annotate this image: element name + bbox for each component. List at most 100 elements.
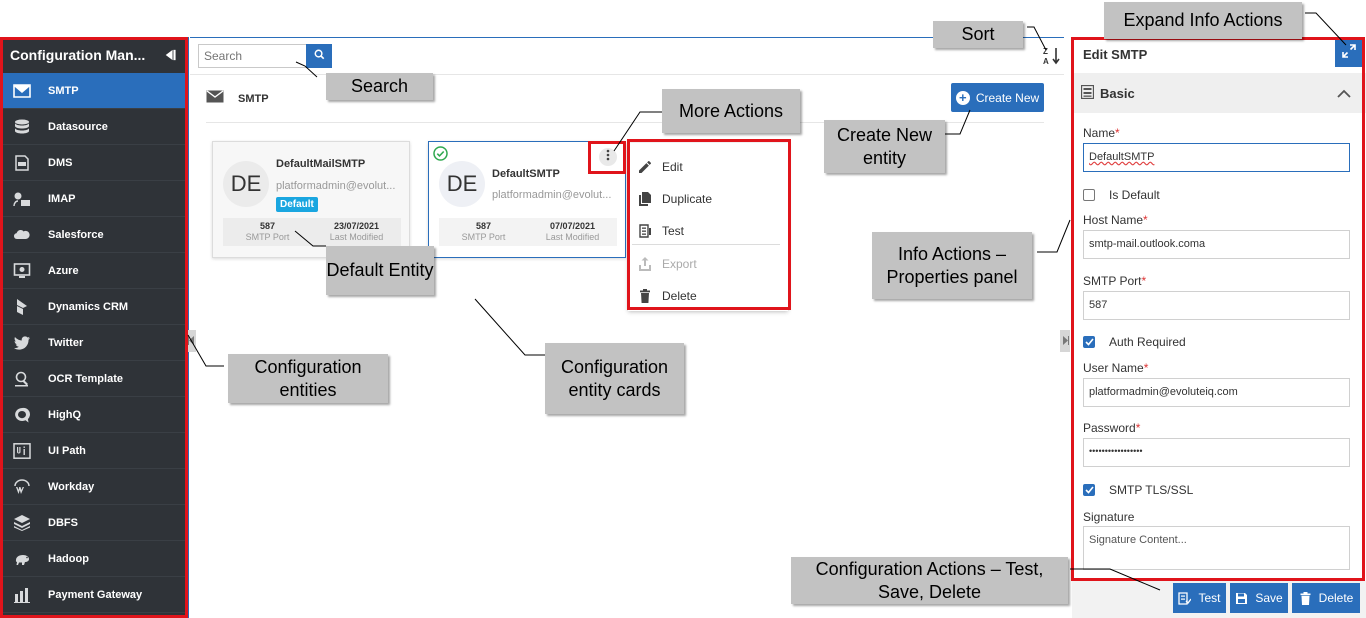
password-label: Password* [1083, 421, 1140, 435]
panel-title: Edit SMTP [1083, 47, 1148, 62]
more-actions-menu: Edit Duplicate Test Export Delete [628, 143, 788, 311]
dynamics-icon [12, 298, 32, 315]
create-new-button[interactable]: + Create New [951, 83, 1044, 112]
signature-textarea[interactable]: Signature Content... [1083, 526, 1350, 570]
sidebar-item-imap[interactable]: IMAP [0, 181, 186, 217]
save-icon [1236, 592, 1248, 604]
is-default-checkbox[interactable]: Is Default [1083, 188, 1160, 202]
delete-button[interactable]: Delete [1292, 583, 1360, 613]
sidebar-item-dynamics-crm[interactable]: Dynamics CRM [0, 289, 186, 325]
search-input[interactable] [198, 44, 306, 68]
menu-item-duplicate[interactable]: Duplicate [628, 183, 784, 215]
envelope-icon [206, 90, 224, 108]
tls-checkbox[interactable]: SMTP TLS/SSL [1083, 483, 1193, 497]
sidebar-item-label: IMAP [48, 192, 76, 205]
port-value: 587 [475, 221, 492, 231]
sidebar-item-twitter[interactable]: Twitter [0, 325, 186, 361]
password-label-text: Password [1083, 421, 1136, 435]
save-button[interactable]: Save [1230, 583, 1288, 613]
test-button[interactable]: Test [1173, 583, 1226, 613]
annotation-sort: Sort [933, 21, 1023, 48]
menu-item-test[interactable]: Test [628, 215, 784, 247]
collapse-left-handle[interactable] [186, 330, 196, 352]
database-icon [12, 119, 32, 135]
sidebar-scrollbar[interactable] [186, 37, 189, 618]
delete-label: Delete [1318, 591, 1354, 605]
modified-label: Last Modified [329, 232, 384, 242]
port-label: SMTP Port [461, 232, 506, 242]
modified-value: 23/07/2021 [333, 221, 380, 231]
collapse-sidebar-icon[interactable] [164, 48, 176, 62]
trash-icon [1300, 591, 1311, 605]
workday-icon [12, 478, 32, 495]
envelope-icon [12, 83, 32, 99]
auth-required-checkbox[interactable]: Auth Required [1083, 335, 1186, 349]
chevron-up-icon[interactable] [1337, 85, 1351, 103]
check-circle-icon [433, 146, 448, 166]
menu-item-export[interactable]: Export [628, 248, 784, 280]
entity-card[interactable]: DE DefaultMailSMTP platformadmin@evolut.… [212, 141, 410, 258]
sidebar-item-label: Dynamics CRM [48, 300, 129, 313]
sidebar-item-smtp[interactable]: SMTP [0, 73, 186, 109]
more-actions-button[interactable] [599, 148, 617, 166]
search-icon [314, 47, 325, 65]
sidebar-item-label: Twitter [48, 336, 84, 349]
collapse-right-handle[interactable] [1060, 330, 1070, 352]
tls-label: SMTP TLS/SSL [1109, 483, 1194, 497]
menu-item-label: Duplicate [662, 192, 713, 206]
entity-card-selected[interactable]: DE DefaultSMTP platformadmin@evolut... 5… [428, 141, 626, 258]
properties-panel: Edit SMTP Basic Name* DefaultSMTP Is Def… [1072, 37, 1366, 618]
sidebar-item-azure[interactable]: Azure [0, 253, 186, 289]
sidebar-item-ui-path[interactable]: UI Path [0, 433, 186, 469]
sidebar-item-payment-gateway[interactable]: Payment Gateway [0, 577, 186, 613]
name-field[interactable]: DefaultSMTP [1083, 143, 1350, 172]
smtp-port-field[interactable]: 587 [1083, 291, 1350, 320]
sidebar-item-label: Salesforce [48, 228, 104, 241]
section-label: SMTP [238, 93, 269, 105]
sidebar-item-hadoop[interactable]: Hadoop [0, 541, 186, 577]
annotation-info-actions: Info Actions – Properties panel [872, 232, 1032, 299]
sidebar-item-dbfs[interactable]: DBFS [0, 505, 186, 541]
user-label: User Name* [1083, 361, 1148, 375]
config-sidebar: Configuration Man... SMTP Datasource DMS… [0, 37, 186, 618]
sidebar-item-ocr-template[interactable]: OCR Template [0, 361, 186, 397]
sidebar-item-workday[interactable]: Workday [0, 469, 186, 505]
sidebar-header: Configuration Man... [0, 37, 186, 73]
dbfs-icon [12, 514, 32, 531]
sort-button[interactable]: ZA [1042, 46, 1062, 66]
form-icon [1080, 84, 1095, 102]
menu-item-delete[interactable]: Delete [628, 280, 784, 312]
modified-value: 07/07/2021 [549, 221, 596, 231]
expand-panel-button[interactable] [1335, 40, 1362, 67]
sidebar-item-label: DBFS [48, 516, 78, 529]
card-stats: 587 SMTP Port 23/07/2021 Last Modified [223, 218, 401, 246]
trash-icon [640, 289, 650, 303]
sidebar-item-label: OCR Template [48, 372, 123, 385]
section-title: Basic [1100, 85, 1135, 101]
basic-section-header[interactable]: Basic [1073, 73, 1366, 113]
sidebar-item-label: DMS [48, 156, 73, 169]
sidebar-item-dms[interactable]: DMS [0, 145, 186, 181]
azure-icon [12, 262, 32, 279]
port-value: 587 [1089, 299, 1108, 311]
default-badge: Default [276, 197, 318, 212]
sidebar-item-label: Payment Gateway [48, 588, 143, 601]
host-value: smtp-mail.outlook.coma [1089, 238, 1206, 250]
user-label-text: User Name [1083, 361, 1144, 375]
chevron-left-icon [187, 332, 195, 350]
user-name-field[interactable]: platformadmin@evoluteiq.com [1083, 378, 1350, 407]
password-field[interactable]: ••••••••••••••••• [1083, 438, 1350, 467]
is-default-label: Is Default [1109, 188, 1160, 202]
menu-separator [632, 244, 780, 245]
checkbox-checked[interactable] [1083, 484, 1095, 496]
modified-stat: 23/07/2021 Last Modified [312, 218, 401, 246]
menu-item-edit[interactable]: Edit [628, 151, 784, 183]
sidebar-item-salesforce[interactable]: Salesforce [0, 217, 186, 253]
host-name-field[interactable]: smtp-mail.outlook.coma [1083, 230, 1350, 259]
search-button[interactable] [306, 44, 332, 68]
required-mark: * [1141, 274, 1147, 288]
sidebar-item-datasource[interactable]: Datasource [0, 109, 186, 145]
sidebar-item-highq[interactable]: HighQ [0, 397, 186, 433]
checkbox-checked[interactable] [1083, 336, 1095, 348]
checkbox-unchecked[interactable] [1083, 189, 1095, 201]
